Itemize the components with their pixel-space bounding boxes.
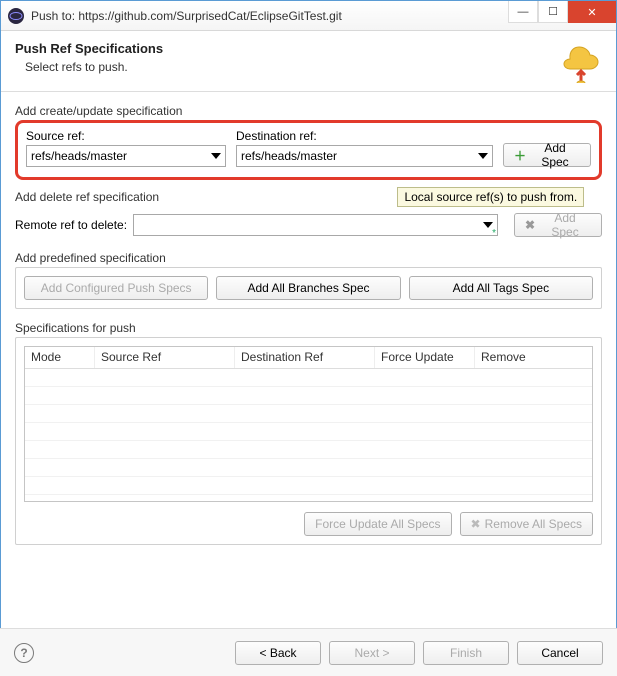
next-button[interactable]: Next > [329,641,415,665]
remove-all-icon: ✖ [471,517,481,531]
add-configured-push-specs-button[interactable]: Add Configured Push Specs [24,276,208,300]
col-remove[interactable]: Remove [475,347,592,368]
remove-all-specs-button[interactable]: ✖ Remove All Specs [460,512,593,536]
table-row [25,459,592,477]
maximize-button[interactable]: ☐ [538,1,568,23]
window-title: Push to: https://github.com/SurprisedCat… [31,9,508,23]
page-subtitle: Select refs to push. [25,60,163,74]
table-row [25,477,592,495]
table-row [25,387,592,405]
add-all-branches-spec-button[interactable]: Add All Branches Spec [216,276,400,300]
create-spec-group: Source ref: refs/heads/master Destinatio… [15,120,602,180]
predefined-group: Add Configured Push Specs Add All Branch… [15,267,602,309]
push-specs-table: Mode Source Ref Destination Ref Force Up… [24,346,593,502]
table-row [25,441,592,459]
create-spec-group-label: Add create/update specification [15,104,602,118]
col-source-ref[interactable]: Source Ref [95,347,235,368]
source-ref-tooltip: Local source ref(s) to push from. [397,187,584,207]
push-cloud-icon [560,41,602,83]
remote-ref-delete-combo[interactable] [133,214,498,236]
help-icon[interactable]: ? [14,643,34,663]
x-icon: ✖ [525,218,535,232]
col-force-update[interactable]: Force Update [375,347,475,368]
add-delete-spec-button[interactable]: ✖ Add Spec [514,213,602,237]
col-mode[interactable]: Mode [25,347,95,368]
col-destination-ref[interactable]: Destination Ref [235,347,375,368]
minimize-button[interactable]: — [508,1,538,23]
table-row [25,405,592,423]
back-button[interactable]: < Back [235,641,321,665]
add-all-tags-spec-button[interactable]: Add All Tags Spec [409,276,593,300]
source-ref-combo[interactable]: refs/heads/master [26,145,226,167]
title-bar: Push to: https://github.com/SurprisedCat… [1,1,616,31]
plus-icon: ＋ [514,147,526,164]
add-spec-button[interactable]: ＋ Add Spec [503,143,591,167]
eclipse-icon [7,7,25,25]
close-button[interactable]: ✕ [568,1,616,23]
delete-spec-group-label: Add delete ref specification [15,190,159,204]
table-row [25,423,592,441]
destination-ref-combo[interactable]: refs/heads/master [236,145,493,167]
force-update-all-button[interactable]: Force Update All Specs [304,512,451,536]
destination-ref-label: Destination ref: [236,129,493,143]
wizard-footer: ? < Back Next > Finish Cancel [0,628,617,676]
cancel-button[interactable]: Cancel [517,641,603,665]
specs-for-push-label: Specifications for push [15,321,602,335]
specs-for-push-group: Mode Source Ref Destination Ref Force Up… [15,337,602,545]
source-ref-label: Source ref: [26,129,226,143]
page-title: Push Ref Specifications [15,41,163,56]
remote-ref-delete-label: Remote ref to delete: [15,218,127,232]
required-asterisk-icon: * [492,228,496,239]
wizard-header: Push Ref Specifications Select refs to p… [1,31,616,92]
table-row [25,369,592,387]
predefined-group-label: Add predefined specification [15,251,602,265]
finish-button[interactable]: Finish [423,641,509,665]
